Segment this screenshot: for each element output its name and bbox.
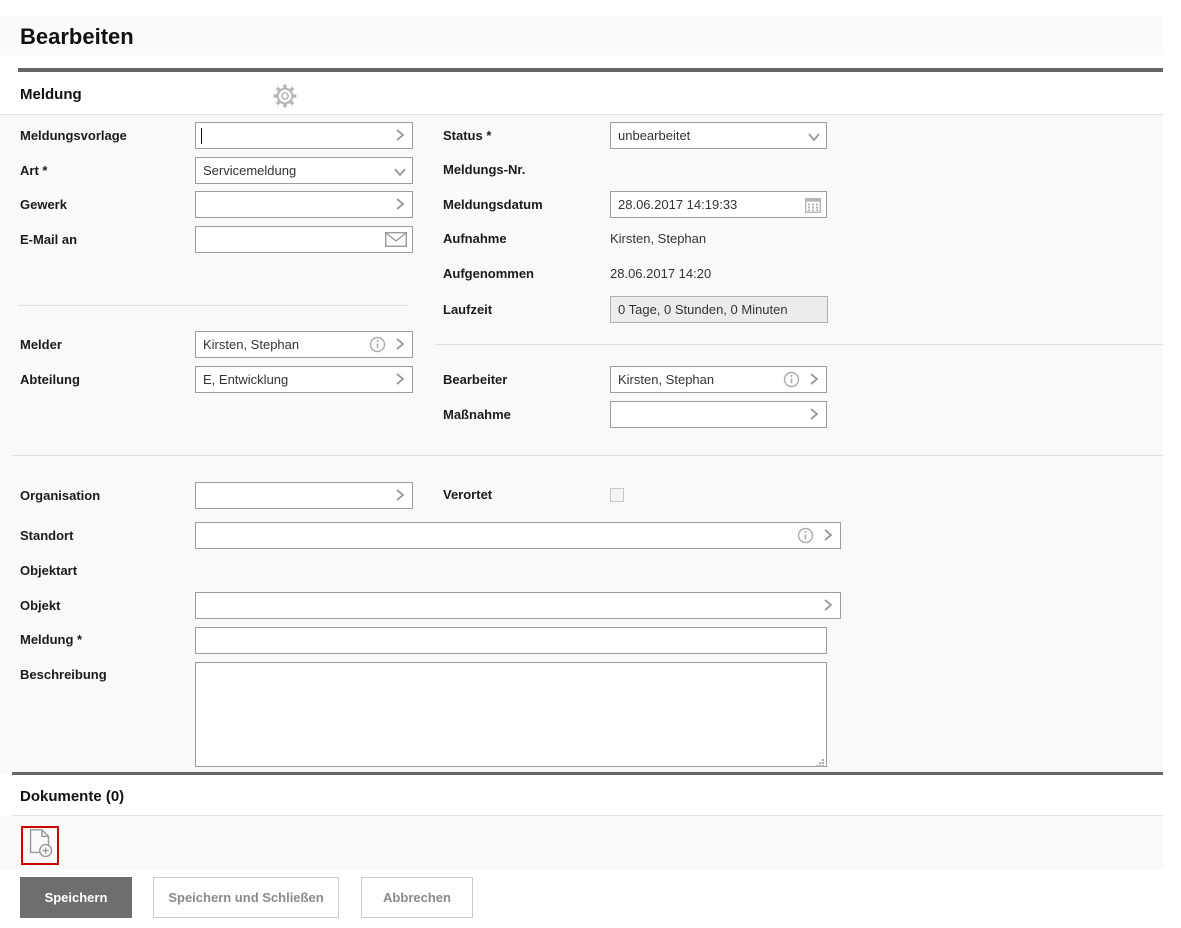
dokumente-divider — [12, 772, 1163, 775]
chevron-right-icon[interactable] — [392, 371, 408, 387]
abteilung-input[interactable] — [196, 367, 412, 392]
meldungsvorlage-field[interactable] — [195, 122, 413, 149]
meldung-input[interactable] — [196, 628, 826, 653]
chevron-right-icon[interactable] — [392, 336, 408, 352]
objekt-field[interactable] — [195, 592, 841, 619]
title-divider — [18, 68, 1163, 72]
label-objekt: Objekt — [20, 598, 61, 613]
label-beschreibung: Beschreibung — [20, 667, 107, 682]
info-icon[interactable] — [369, 336, 386, 353]
massnahme-input[interactable] — [611, 402, 826, 427]
left-group-divider — [18, 305, 408, 306]
section-group-divider — [12, 455, 1163, 456]
standort-input[interactable] — [196, 523, 840, 548]
gewerk-field[interactable] — [195, 191, 413, 218]
info-icon[interactable] — [783, 371, 800, 388]
label-meldung: Meldung * — [20, 632, 83, 647]
document-add-icon — [24, 827, 56, 864]
add-document-button[interactable] — [21, 826, 59, 865]
massnahme-field[interactable] — [610, 401, 827, 428]
label-gewerk: Gewerk — [20, 197, 67, 212]
abbrechen-button[interactable]: Abbrechen — [361, 877, 473, 918]
aufgenommen-value: 28.06.2017 14:20 — [610, 266, 712, 281]
organisation-field[interactable] — [195, 482, 413, 509]
meldung-field[interactable] — [195, 627, 827, 654]
aufnahme-value: Kirsten, Stephan — [610, 231, 707, 246]
label-email-an: E-Mail an — [20, 232, 78, 247]
beschreibung-textarea[interactable] — [195, 662, 827, 767]
calendar-icon[interactable] — [804, 197, 822, 218]
dokumente-toolbar — [0, 816, 1163, 869]
page-title: Bearbeiten — [20, 24, 134, 49]
label-organisation: Organisation — [20, 488, 101, 503]
label-laufzeit: Laufzeit — [443, 302, 493, 317]
label-verortet: Verortet — [443, 487, 493, 502]
art-selected-value: Servicemeldung — [203, 163, 297, 178]
label-aufnahme: Aufnahme — [443, 231, 507, 246]
chevron-right-icon[interactable] — [820, 527, 836, 543]
label-melder: Melder — [20, 337, 62, 352]
objekt-input[interactable] — [196, 593, 840, 618]
label-meldungsvorlage: Meldungsvorlage — [20, 128, 127, 143]
chevron-right-icon[interactable] — [392, 487, 408, 503]
envelope-icon[interactable] — [384, 231, 408, 252]
melder-field[interactable] — [195, 331, 413, 358]
label-abteilung: Abteilung — [20, 372, 80, 387]
gear-icon[interactable] — [271, 82, 299, 110]
standort-field[interactable] — [195, 522, 841, 549]
title-band — [0, 16, 1163, 55]
meldungsdatum-field[interactable] — [610, 191, 827, 218]
speichern-und-schliessen-button[interactable]: Speichern und Schließen — [153, 877, 339, 918]
label-objektart: Objektart — [20, 563, 78, 578]
chevron-right-icon[interactable] — [392, 127, 408, 143]
label-meldungsdatum: Meldungsdatum — [443, 197, 543, 212]
abteilung-field[interactable] — [195, 366, 413, 393]
label-meldungs-nr: Meldungs-Nr. — [443, 162, 526, 177]
chevron-right-icon[interactable] — [820, 597, 836, 613]
label-aufgenommen: Aufgenommen — [443, 266, 534, 281]
meldungsdatum-input[interactable] — [611, 192, 826, 217]
verortet-checkbox[interactable] — [610, 488, 624, 502]
meldungsvorlage-input[interactable] — [196, 123, 412, 148]
right-group-divider — [435, 344, 1163, 345]
chevron-right-icon[interactable] — [806, 406, 822, 422]
email-an-input[interactable] — [196, 227, 412, 252]
status-selected-value: unbearbeitet — [618, 128, 691, 143]
edit-form-page: Bearbeiten Meldung Meldungsvorlage Art *… — [0, 0, 1181, 928]
chevron-down-icon[interactable] — [806, 129, 822, 145]
label-art: Art * — [20, 163, 48, 178]
speichern-button[interactable]: Speichern — [20, 877, 132, 918]
laufzeit-value: 0 Tage, 0 Stunden, 0 Minuten — [618, 302, 788, 317]
label-bearbeiter: Bearbeiter — [443, 372, 508, 387]
laufzeit-field: 0 Tage, 0 Stunden, 0 Minuten — [610, 296, 828, 323]
chevron-right-icon[interactable] — [806, 371, 822, 387]
art-select[interactable]: Servicemeldung — [195, 157, 413, 184]
section-title-dokumente: Dokumente (0) — [20, 788, 125, 805]
text-cursor — [201, 128, 202, 144]
label-standort: Standort — [20, 528, 74, 543]
label-massnahme: Maßnahme — [443, 407, 511, 422]
organisation-input[interactable] — [196, 483, 412, 508]
chevron-right-icon[interactable] — [392, 196, 408, 212]
label-status: Status * — [443, 128, 492, 143]
email-an-field[interactable] — [195, 226, 413, 253]
section-title-meldung: Meldung — [20, 86, 82, 103]
info-icon[interactable] — [797, 527, 814, 544]
gewerk-input[interactable] — [196, 192, 412, 217]
status-select[interactable]: unbearbeitet — [610, 122, 827, 149]
chevron-down-icon[interactable] — [392, 164, 408, 180]
bearbeiter-field[interactable] — [610, 366, 827, 393]
